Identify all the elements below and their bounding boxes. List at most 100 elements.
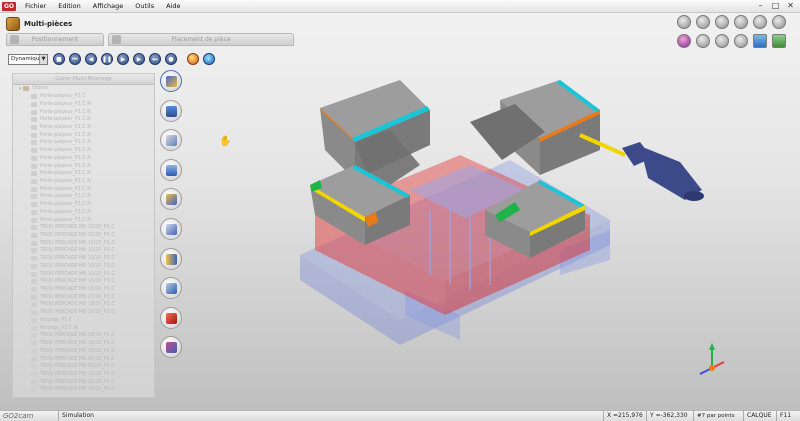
tree-item[interactable]: TROU PERCAGE M8 10/20_P1.C	[13, 255, 154, 263]
tree-item[interactable]: TROU PERCAGE M8 10/20_P1.C	[13, 355, 154, 363]
search-icon[interactable]	[753, 15, 767, 29]
menu-fichier[interactable]: Fichier	[19, 0, 52, 13]
tree-item[interactable]: Porte-palpeur_P1.C.N	[13, 147, 154, 155]
tree-item[interactable]: Perçage_P1.C.N	[13, 324, 154, 332]
tree-item[interactable]: Porte-palpeur_P1.C.N	[13, 185, 154, 193]
tree-item[interactable]: TROU PERCAGE M8 10/20_P1.C	[13, 293, 154, 301]
select-arrow-icon[interactable]	[696, 34, 710, 48]
part-button[interactable]	[160, 188, 182, 211]
3d-viewport[interactable]	[280, 70, 740, 370]
tree-item[interactable]: TROU PERCAGE M8 10/20_P1.C	[13, 309, 154, 317]
wizard-tool-button[interactable]	[160, 70, 182, 92]
last-button[interactable]: ⏭	[149, 53, 161, 65]
tree-item[interactable]: TROU PERCAGE M8 10/20_P1.C	[13, 263, 154, 271]
status-mode: Simulation	[58, 410, 603, 421]
operation-icon	[31, 124, 37, 130]
tree-item[interactable]: TROU PERCAGE M8 10/20_P1.C	[13, 247, 154, 255]
plate-button[interactable]	[160, 158, 182, 181]
tree-item[interactable]: Porte-palpeur_P1.C.N	[13, 170, 154, 178]
tree-item[interactable]: Porte-palpeur_P1.C.N	[13, 201, 154, 209]
tree-item[interactable]: TROU PERCAGE M8 10/20_P1.C	[13, 270, 154, 278]
tools-button[interactable]	[160, 129, 182, 152]
section-icon[interactable]	[734, 34, 748, 48]
screen-icon[interactable]	[753, 34, 767, 48]
tree-item[interactable]: Porte-palpeur_P1.C.N	[13, 216, 154, 224]
tree-item[interactable]: TROU PERCAGE M8 10/20_P1.C	[13, 363, 154, 371]
operation-icon	[31, 256, 37, 262]
tree-item-label: Porte-palpeur_P1.C.N	[40, 209, 91, 215]
menu-affichage[interactable]: Affichage	[87, 0, 130, 13]
path-button[interactable]	[160, 306, 182, 329]
tree-item[interactable]: TROU PERCAGE M8 10/20_P1.C	[13, 301, 154, 309]
tree-item[interactable]: TROU PERCAGE M8 10/20_P1.C	[13, 332, 154, 340]
tree-item[interactable]: TROU PERCAGE M8 10/20_P1.C	[13, 232, 154, 240]
tree-item[interactable]: Perçage_P1.C	[13, 317, 154, 325]
fixture-button[interactable]	[160, 336, 182, 359]
tree-item[interactable]: Porte-palpeur_P1.C	[13, 93, 154, 101]
tree-item[interactable]: TROU PERCAGE M8 10/20_P1.C	[13, 386, 154, 394]
tree-header[interactable]: Gérer Multi-Montage	[13, 74, 154, 85]
play-button[interactable]: ▶	[117, 53, 129, 65]
list-button[interactable]	[160, 247, 182, 270]
step-back-button[interactable]: ◀	[85, 53, 97, 65]
tree-item[interactable]: Porte-palpeur_P1.C.N	[13, 131, 154, 139]
stop-button[interactable]: ■	[53, 53, 65, 65]
tree-item[interactable]: Porte-palpeur_P1.C.N	[13, 108, 154, 116]
tree-item[interactable]: TROU PERCAGE M8 10/20_P1.C	[13, 239, 154, 247]
view-toolbar	[666, 15, 786, 53]
tab-positionnement[interactable]: Positionnement	[6, 33, 104, 46]
eye-icon[interactable]	[696, 15, 710, 29]
maximize-icon[interactable]: □	[768, 0, 783, 12]
next-arrow-button[interactable]: ›	[203, 53, 215, 65]
zoom-part-button[interactable]	[160, 217, 182, 240]
tree-item[interactable]: TROU PERCAGE M8 10/20_P1.C	[13, 278, 154, 286]
tree-item[interactable]: TROU PERCAGE M8 10/20_P1.C	[13, 347, 154, 355]
operation-icon	[31, 209, 37, 215]
tree-item[interactable]: TROU PERCAGE M8 10/20_P1.C	[13, 340, 154, 348]
menu-outils[interactable]: Outils	[129, 0, 160, 13]
plate-icon	[166, 164, 177, 176]
settings-icon[interactable]	[772, 15, 786, 29]
menu-aide[interactable]: Aide	[160, 0, 186, 13]
tab-placement[interactable]: Placement de pièce	[108, 33, 294, 46]
tree-item-label: Porte-palpeur_P1.C	[40, 94, 86, 100]
tree-item[interactable]: TROU PERCAGE M8 10/20_P1.C	[13, 371, 154, 379]
render-icon[interactable]	[677, 34, 691, 48]
tree-item[interactable]: Porte-palpeur_P1.C.N	[13, 154, 154, 162]
tree-item[interactable]: Porte-palpeur_P1.C.N	[13, 139, 154, 147]
first-button[interactable]: ⏮	[69, 53, 81, 65]
tree-item[interactable]: TROU PERCAGE M8 10/20_P1.C	[13, 224, 154, 232]
undo-icon[interactable]	[734, 15, 748, 29]
pause-button[interactable]: ❚❚	[101, 53, 113, 65]
hide-icon[interactable]	[715, 15, 729, 29]
tree-item[interactable]: Porte-palpeur_P1.C.N	[13, 193, 154, 201]
tree-item[interactable]: TROU PERCAGE M8 10/20_P1.C	[13, 286, 154, 294]
tree-item[interactable]: Porte-palpeur_P1.C.N	[13, 100, 154, 108]
measure-icon[interactable]	[715, 34, 729, 48]
tree-item-label: TROU PERCAGE M8 10/20_P1.C	[40, 225, 115, 231]
mode-select[interactable]: Dynamique ▼	[8, 53, 48, 65]
close-icon[interactable]: ✕	[783, 0, 798, 12]
tree-item[interactable]: Porte-palpeur_P1.C.N	[13, 209, 154, 217]
operation-icon	[31, 364, 37, 370]
menu-edition[interactable]: Edition	[52, 0, 87, 13]
minimize-icon[interactable]: –	[753, 0, 768, 12]
operation-icon	[31, 379, 37, 385]
tree-item-label: TROU PERCAGE M8 10/20_P1.C	[40, 348, 115, 354]
panel-title-label: Multi-pièces	[24, 19, 73, 28]
layers-icon[interactable]	[677, 15, 691, 29]
tree-item[interactable]: TROU PERCAGE M8 10/20_P1.C	[13, 378, 154, 386]
select-button[interactable]	[160, 277, 182, 300]
operation-icon	[31, 371, 37, 377]
tree-item[interactable]: Porte-palpeur_P1.C.N	[13, 124, 154, 132]
pin-tool-button[interactable]	[160, 99, 182, 122]
loop-button[interactable]: ●	[165, 53, 177, 65]
tree-item[interactable]: Porte-palpeur_P1.C.N	[13, 178, 154, 186]
step-forward-button[interactable]: ▶	[133, 53, 145, 65]
tree-item[interactable]: ▼ Ordres	[13, 85, 154, 93]
path-icon	[166, 312, 177, 324]
tree-item[interactable]: Porte-palpeur_P1.C.N	[13, 116, 154, 124]
simulation-settings-button[interactable]	[187, 53, 199, 65]
tree-item[interactable]: Porte-palpeur_P1.C.N	[13, 162, 154, 170]
image-icon[interactable]	[772, 34, 786, 48]
